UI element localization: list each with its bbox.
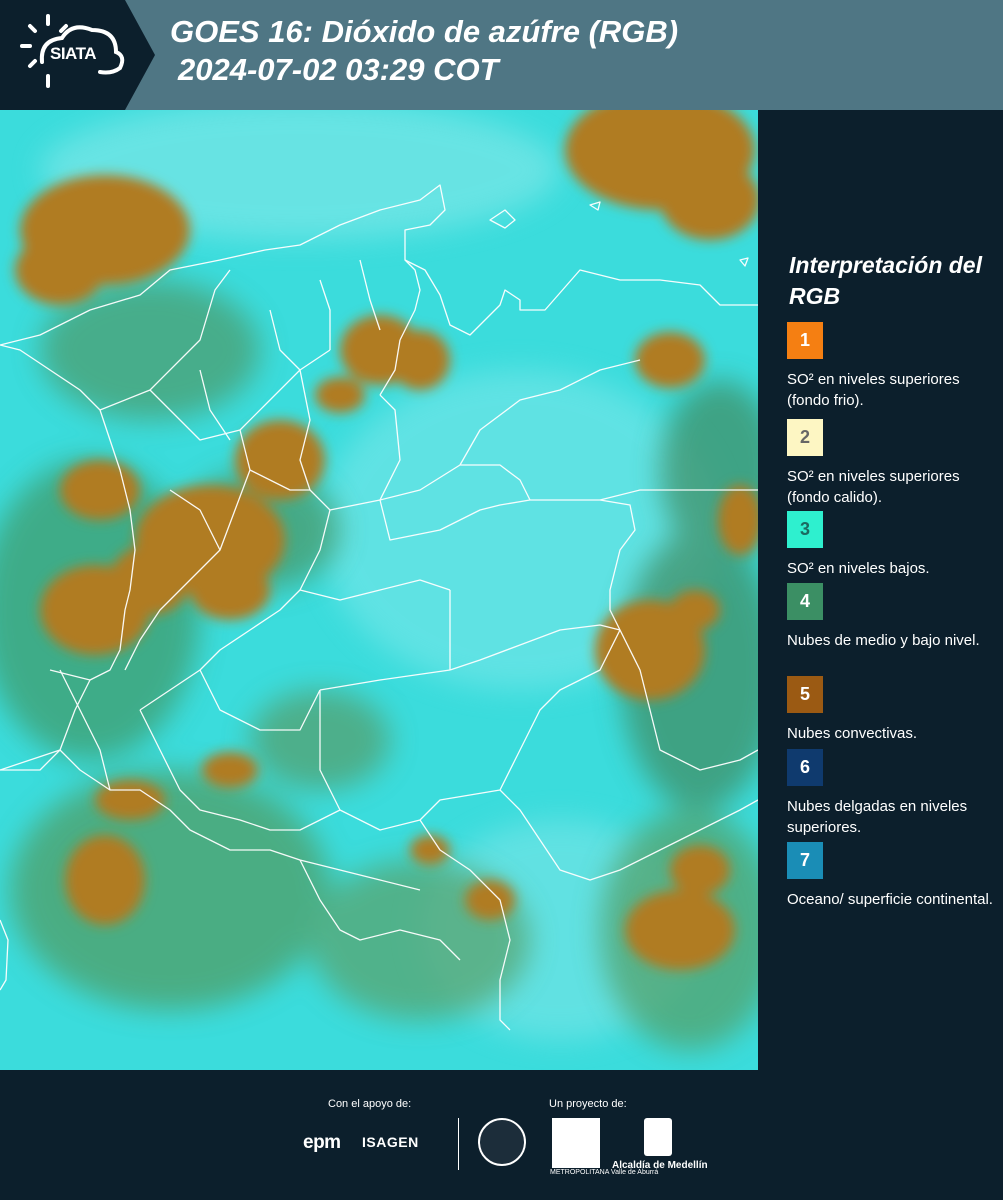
legend-label-6: Nubes delgadas en niveles superiores. [787,798,968,836]
legend-item-4: 4 Nubes de medio y bajo nivel. [787,583,997,651]
legend-swatch-4: 4 [787,583,823,620]
footer-divider [458,1118,459,1170]
satellite-map[interactable] [0,110,758,1070]
isagen-logo: ISAGEN [362,1134,419,1150]
legend-label-5: Nubes convectivas. [787,725,918,742]
alcaldia-shield-icon [644,1118,672,1156]
page-title: GOES 16: Dióxido de azúfre (RGB) [170,14,679,49]
project-label: Un proyecto de: [549,1098,627,1110]
legend-swatch-2: 2 [787,419,823,456]
support-label: Con el apoyo de: [328,1098,412,1110]
legend-item-5: 5 Nubes convectivas. [787,676,997,744]
medellin-seal-icon [478,1118,526,1166]
legend-item-3: 3 SO² en niveles bajos. [787,511,997,579]
alcaldia-text: Alcaldía de Medellín [612,1160,708,1171]
legend-label-7: Oceano/ superficie continental. [787,891,993,908]
legend-swatch-3: 3 [787,511,823,548]
legend-item-2: 2 SO² en niveles superiores (fondo calid… [787,419,997,508]
header-bar: SIATA GOES 16: Dióxido de azúfre (RGB) 2… [0,0,1003,110]
legend-label-3: SO² en niveles bajos. [787,560,930,577]
legend-label-2: SO² en niveles superiores (fondo calido)… [787,468,960,506]
legend-item-6: 6 Nubes delgadas en niveles superiores. [787,749,997,838]
legend-title: Interpretación del RGB [789,252,982,309]
legend-label-4: Nubes de medio y bajo nivel. [787,632,980,649]
epm-logo: epm [303,1132,341,1153]
legend-swatch-6: 6 [787,749,823,786]
legend-label-1: SO² en niveles superiores (fondo frio). [787,371,960,409]
legend-swatch-1: 1 [787,322,823,359]
area-metropolitana-logo [552,1118,600,1168]
legend-item-7: 7 Oceano/ superficie continental. [787,842,997,910]
legend-item-1: 1 SO² en niveles superiores (fondo frio)… [787,322,997,411]
logo-text: SIATA [50,44,96,63]
footer: Con el apoyo de: Un proyecto de: epm ISA… [0,1070,1003,1200]
app-root: SIATA GOES 16: Dióxido de azúfre (RGB) 2… [0,0,1003,1200]
legend-swatch-7: 7 [787,842,823,879]
legend-panel: Interpretación del RGB 1 SO² en niveles … [760,110,1003,1070]
siata-logo: SIATA [0,0,155,110]
page-timestamp: 2024-07-02 03:29 COT [178,52,499,87]
legend-swatch-5: 5 [787,676,823,713]
